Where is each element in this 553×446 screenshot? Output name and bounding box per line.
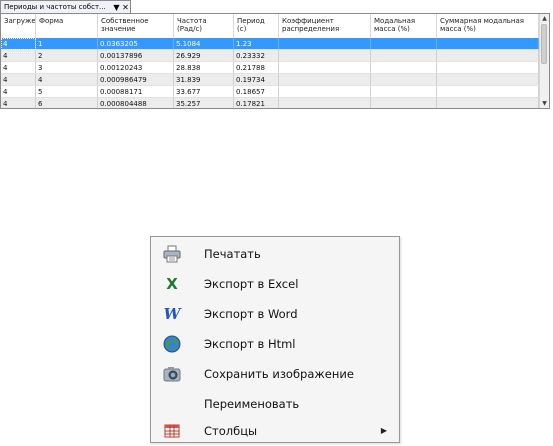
- table-cell[interactable]: [279, 86, 371, 98]
- table-cell[interactable]: 6: [36, 98, 98, 108]
- table-cell[interactable]: [371, 62, 437, 74]
- table-cell[interactable]: [279, 62, 371, 74]
- table-cell[interactable]: 0.17821: [234, 98, 279, 108]
- menu-item-export-excel[interactable]: X Экспорт в Excel: [151, 269, 399, 299]
- table-cell[interactable]: 2: [36, 50, 98, 62]
- menu-item-columns[interactable]: Столбцы ▶: [151, 416, 399, 446]
- table-cell[interactable]: [371, 86, 437, 98]
- table-cell[interactable]: 1.23: [234, 38, 279, 50]
- menu-item-export-html[interactable]: Экспорт в Html: [151, 329, 399, 359]
- context-menu: Печатать X Экспорт в Excel W Экспорт в W…: [150, 236, 400, 443]
- table-cell[interactable]: 4: [1, 38, 36, 50]
- table-cell[interactable]: 0.21788: [234, 62, 279, 74]
- table-cell[interactable]: [371, 74, 437, 86]
- scroll-down-icon[interactable]: ▼: [540, 99, 549, 108]
- table-cell[interactable]: 5: [36, 86, 98, 98]
- table-cell[interactable]: 4: [1, 98, 36, 108]
- column-header-mode[interactable]: Форма: [36, 14, 98, 38]
- panel-tab-title: Периоды и частоты собст...: [4, 2, 106, 11]
- table-cell[interactable]: 4: [1, 86, 36, 98]
- excel-icon: X: [166, 275, 178, 293]
- table-row[interactable]: 4 2 0.00137896 26.929 0.23332: [1, 50, 539, 62]
- table-cell[interactable]: 26.929: [174, 50, 234, 62]
- table-cell[interactable]: 0.00137896: [98, 50, 174, 62]
- table-cell[interactable]: [437, 74, 539, 86]
- table-cell[interactable]: 33.677: [174, 86, 234, 98]
- menu-item-save-image[interactable]: Сохранить изображение: [151, 359, 399, 389]
- table-body: 4 1 0.0363205 5.1084 1.23 4 2 0.00137896 26.929 0…: [1, 38, 539, 108]
- menu-item-rename[interactable]: Переименовать: [151, 389, 399, 419]
- vertical-scrollbar[interactable]: ▲ ▼: [539, 14, 549, 108]
- table-cell[interactable]: [437, 50, 539, 62]
- table-columns-icon: [163, 422, 181, 440]
- scroll-thumb[interactable]: [541, 24, 547, 64]
- table-cell[interactable]: [437, 62, 539, 74]
- table-cell[interactable]: [279, 50, 371, 62]
- table-cell[interactable]: [437, 98, 539, 108]
- table-cell[interactable]: 4: [1, 62, 36, 74]
- globe-icon: [163, 335, 181, 353]
- table-cell[interactable]: [371, 98, 437, 108]
- table-header: Загружение Форма Собственное значение Ча…: [1, 14, 539, 38]
- table-cell[interactable]: 0.000804488: [98, 98, 174, 108]
- table-cell[interactable]: 0.000986479: [98, 74, 174, 86]
- table-cell[interactable]: [279, 98, 371, 108]
- column-header-distribution-coef[interactable]: Коэффициент распределения: [279, 14, 371, 38]
- table-cell[interactable]: 0.0363205: [98, 38, 174, 50]
- menu-item-label: Экспорт в Excel: [204, 277, 299, 291]
- menu-item-label: Экспорт в Html: [204, 337, 296, 351]
- column-header-load[interactable]: Загружение: [1, 14, 36, 38]
- menu-item-print[interactable]: Печатать: [151, 239, 399, 269]
- submenu-arrow-icon: ▶: [380, 426, 387, 435]
- table-cell[interactable]: 1: [36, 38, 98, 50]
- table-cell[interactable]: 0.18657: [234, 86, 279, 98]
- table-cell[interactable]: [371, 38, 437, 50]
- table-cell[interactable]: 4: [1, 50, 36, 62]
- table-cell[interactable]: 0.00120243: [98, 62, 174, 74]
- table-row[interactable]: 4 4 0.000986479 31.839 0.19734: [1, 74, 539, 86]
- table-row[interactable]: 4 3 0.00120243 28.838 0.21788: [1, 62, 539, 74]
- table-row[interactable]: 4 6 0.000804488 35.257 0.17821: [1, 98, 539, 108]
- camera-icon: [163, 365, 181, 383]
- table-row[interactable]: 4 5 0.00088171 33.677 0.18657: [1, 86, 539, 98]
- table-cell[interactable]: 0.00088171: [98, 86, 174, 98]
- panel-tab[interactable]: Периоды и частоты собст... ▼ ✕: [0, 0, 131, 13]
- table-cell[interactable]: 0.23332: [234, 50, 279, 62]
- panel-menu-chevron-icon[interactable]: ▼: [112, 1, 121, 14]
- printer-icon: [163, 245, 181, 263]
- column-header-total-modal-mass[interactable]: Суммарная модальная масса (%): [437, 14, 539, 38]
- table-cell[interactable]: [279, 38, 371, 50]
- word-icon: W: [163, 305, 181, 323]
- menu-item-export-word[interactable]: W Экспорт в Word: [151, 299, 399, 329]
- menu-item-label: Экспорт в Word: [204, 307, 298, 321]
- column-header-frequency[interactable]: Частота (Рад/с): [174, 14, 234, 38]
- table-cell[interactable]: 31.839: [174, 74, 234, 86]
- column-header-period[interactable]: Период (с): [234, 14, 279, 38]
- table-cell[interactable]: [437, 38, 539, 50]
- table-cell[interactable]: 4: [1, 74, 36, 86]
- table-cell[interactable]: 4: [36, 74, 98, 86]
- table-cell[interactable]: 28.838: [174, 62, 234, 74]
- table-cell[interactable]: 35.257: [174, 98, 234, 108]
- column-header-modal-mass[interactable]: Модальная масса (%): [371, 14, 437, 38]
- table-cell[interactable]: [371, 50, 437, 62]
- menu-item-label: Печатать: [204, 247, 261, 261]
- table-cell[interactable]: 3: [36, 62, 98, 74]
- menu-item-label: Столбцы: [204, 424, 258, 438]
- table-cell[interactable]: [279, 74, 371, 86]
- column-header-eigenvalue[interactable]: Собственное значение: [98, 14, 174, 38]
- panel-close-icon[interactable]: ✕: [121, 1, 130, 14]
- scroll-up-icon[interactable]: ▲: [540, 14, 549, 23]
- menu-item-label: Переименовать: [204, 397, 300, 411]
- eigen-table: Загружение Форма Собственное значение Ча…: [0, 13, 550, 109]
- table-cell[interactable]: 0.19734: [234, 74, 279, 86]
- table-cell[interactable]: [437, 86, 539, 98]
- table-row[interactable]: 4 1 0.0363205 5.1084 1.23: [1, 38, 539, 50]
- table-cell[interactable]: 5.1084: [174, 38, 234, 50]
- menu-item-label: Сохранить изображение: [204, 367, 354, 381]
